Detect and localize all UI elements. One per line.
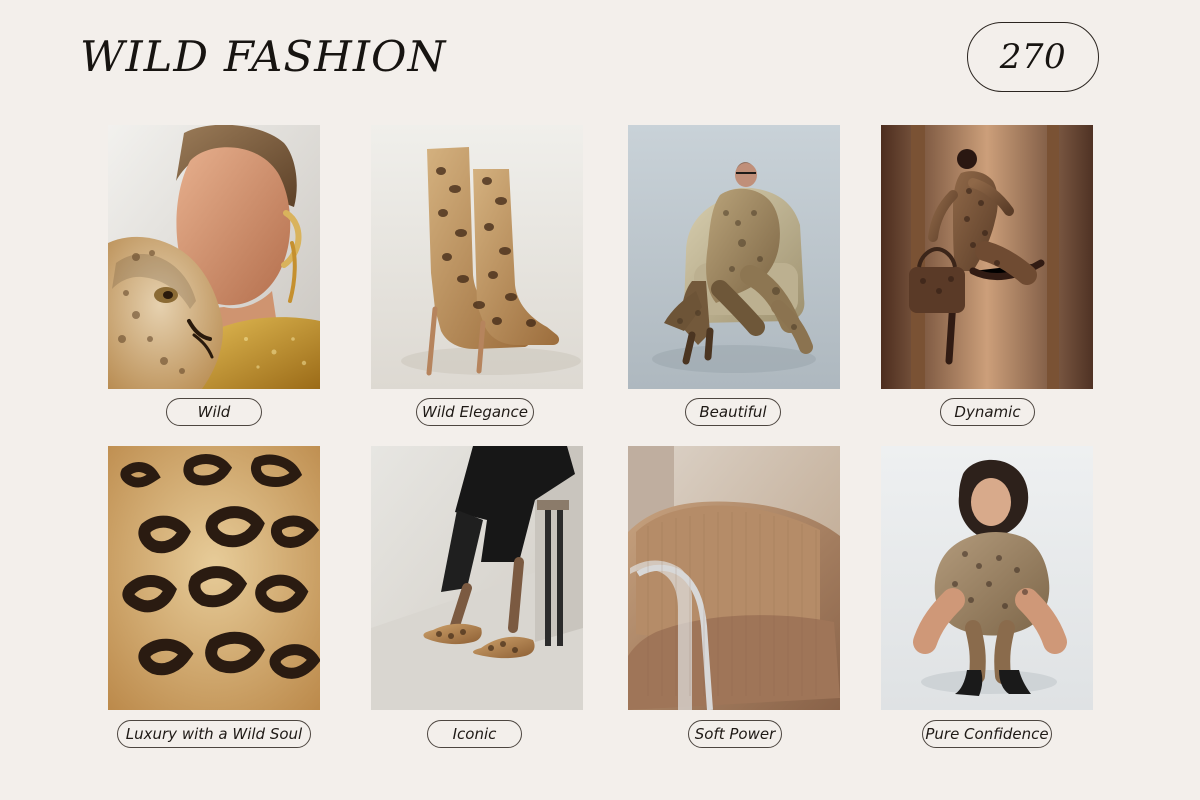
caption-dynamic: Dynamic bbox=[940, 398, 1035, 426]
dynamic-image bbox=[881, 125, 1093, 389]
beautiful-image bbox=[628, 125, 840, 389]
gallery-card-beautiful bbox=[628, 125, 840, 389]
caption-luxury-with-a-wild-soul: Luxury with a Wild Soul bbox=[117, 720, 311, 748]
gallery-card-iconic bbox=[371, 446, 583, 710]
gallery-card-luxury-with-a-wild-soul bbox=[108, 446, 320, 710]
pure-confidence-image bbox=[881, 446, 1093, 710]
caption-wild: Wild bbox=[166, 398, 262, 426]
page-number-badge: 270 bbox=[967, 22, 1099, 92]
gallery-card-soft-power bbox=[628, 446, 840, 710]
gallery-card-dynamic bbox=[881, 125, 1093, 389]
leopard-fur-image bbox=[108, 446, 320, 710]
page-title: WILD FASHION bbox=[80, 32, 447, 81]
caption-wild-elegance: Wild Elegance bbox=[416, 398, 534, 426]
wild-elegance-image bbox=[371, 125, 583, 389]
soft-power-image bbox=[628, 446, 840, 710]
gallery-card-wild bbox=[108, 125, 320, 389]
caption-soft-power: Soft Power bbox=[688, 720, 782, 748]
gallery-card-wild-elegance bbox=[371, 125, 583, 389]
wild-image bbox=[108, 125, 320, 389]
caption-pure-confidence: Pure Confidence bbox=[922, 720, 1052, 748]
caption-beautiful: Beautiful bbox=[685, 398, 781, 426]
iconic-image bbox=[371, 446, 583, 710]
caption-iconic: Iconic bbox=[427, 720, 522, 748]
gallery-card-pure-confidence bbox=[881, 446, 1093, 710]
